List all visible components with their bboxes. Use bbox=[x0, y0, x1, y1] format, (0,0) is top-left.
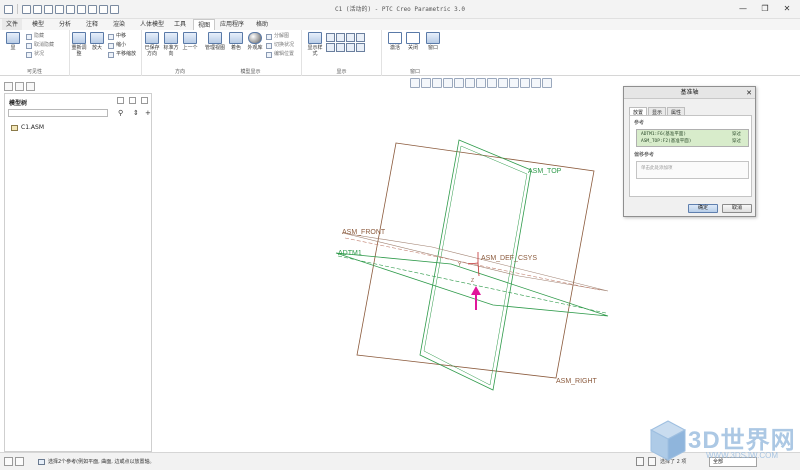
message-area: 选择2个参考(例如平面, 曲面, 边或点以放置轴。 bbox=[38, 458, 155, 465]
status-left-tools bbox=[4, 457, 24, 466]
graphics-viewport[interactable]: ASM_TOP ASM_FRONT ADTM1 ASM_DEF_CSYS Y Z… bbox=[0, 0, 800, 470]
toggle-browser-icon[interactable] bbox=[15, 457, 24, 466]
reference-name: ADTM1:F6(基准平面) bbox=[641, 132, 687, 137]
cube-logo-icon bbox=[649, 420, 687, 461]
status-message: 选择2个参考(例如平面, 曲面, 边或点以放置轴。 bbox=[48, 459, 155, 465]
csys-label: ASM_DEF_CSYS bbox=[481, 255, 537, 262]
csys-x-axis bbox=[477, 262, 480, 277]
csys-z-label: Z bbox=[471, 278, 474, 284]
message-arrow-icon bbox=[38, 458, 45, 465]
adtm1-label: ADTM1 bbox=[338, 250, 362, 257]
adtm1-plane[interactable] bbox=[335, 252, 609, 317]
toggle-navigator-icon[interactable] bbox=[4, 457, 13, 466]
dialog-title-bar: 基准轴 ✕ bbox=[624, 87, 755, 99]
asm-front-label: ASM_FRONT bbox=[342, 229, 386, 236]
cancel-button[interactable]: 取消 bbox=[722, 204, 752, 213]
reference-name: ASM_TOP:F2(基准平面) bbox=[641, 139, 692, 144]
dialog-close-button[interactable]: ✕ bbox=[746, 87, 752, 99]
references-list[interactable]: ADTM1:F6(基准平面) 穿过 ASM_TOP:F2(基准平面) 穿过 bbox=[636, 129, 749, 147]
asm-right-label: ASM_RIGHT bbox=[556, 378, 598, 385]
offset-references-collector[interactable]: 单击此处添加项 bbox=[636, 161, 749, 179]
datum-axis-dialog: 基准轴 ✕ 放置 显示 属性 参考 ADTM1:F6(基准平面) 穿过 ASM_… bbox=[623, 86, 756, 217]
watermark-url: WWW.3DSJW.COM bbox=[706, 451, 778, 460]
offset-references-label: 偏移参考 bbox=[634, 152, 655, 158]
ok-button[interactable]: 确定 bbox=[688, 204, 718, 213]
asm-front-plane[interactable] bbox=[356, 142, 595, 379]
reference-constraint[interactable]: 穿过 bbox=[732, 138, 741, 146]
watermark-brand: 3D世界网 bbox=[688, 427, 796, 454]
reference-row[interactable]: ASM_TOP:F2(基准平面) 穿过 bbox=[641, 138, 747, 146]
asm-top-label: ASM_TOP bbox=[528, 168, 562, 175]
asm-right-plane[interactable] bbox=[342, 232, 609, 292]
direction-arrow-head bbox=[471, 286, 481, 295]
references-label: 参考 bbox=[634, 120, 645, 126]
regenerate-icon[interactable] bbox=[636, 457, 644, 466]
placement-panel: 参考 ADTM1:F6(基准平面) 穿过 ASM_TOP:F2(基准平面) 穿过… bbox=[629, 115, 752, 197]
dialog-title: 基准轴 bbox=[680, 89, 699, 96]
asm-top-plane[interactable] bbox=[419, 139, 532, 391]
watermark: 3D世界网 WWW.3DSJW.COM bbox=[648, 418, 798, 466]
